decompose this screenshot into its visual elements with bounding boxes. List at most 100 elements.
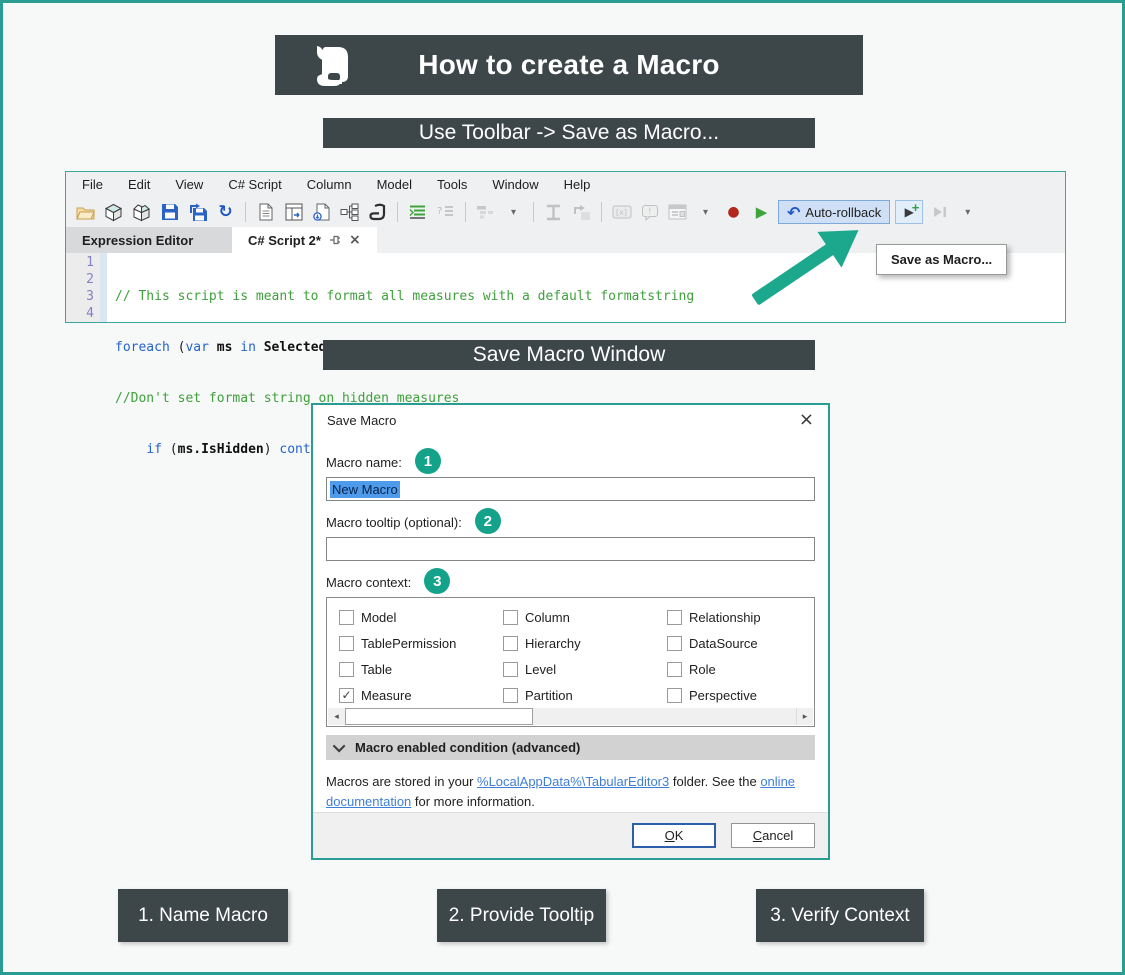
menu-window[interactable]: Window (492, 177, 538, 192)
toolbar-separator (601, 202, 602, 222)
menu-model[interactable]: Model (377, 177, 412, 192)
step-label-1: 1. Name Macro (118, 889, 288, 942)
svg-text:!: ! (648, 207, 652, 217)
message-bubble-icon[interactable]: ! (638, 201, 661, 224)
refresh-icon[interactable]: ↻ (214, 201, 237, 224)
checkbox-model[interactable]: Model (339, 608, 396, 626)
line-number-gutter: 1 2 3 4 (66, 253, 100, 322)
checkbox-measure[interactable]: ✓Measure (339, 686, 412, 704)
macro-dropdown-caret-icon[interactable]: ▾ (956, 201, 979, 224)
new-document-icon[interactable] (254, 201, 277, 224)
macro-tooltip-label: Macro tooltip (optional): (326, 515, 462, 530)
menu-edit[interactable]: Edit (128, 177, 150, 192)
toolbar-separator (465, 202, 466, 222)
pin-icon[interactable] (329, 234, 341, 246)
horizontal-scrollbar[interactable]: ◂ ▸ (328, 708, 813, 725)
menu-bar: File Edit View C# Script Column Model To… (66, 172, 1065, 197)
save-as-macro-button[interactable]: ▶ + (895, 200, 923, 224)
storage-info-text: Macros are stored in your %LocalAppData%… (326, 772, 818, 812)
toolbar-step-banner: Use Toolbar -> Save as Macro... (323, 118, 815, 148)
menu-file[interactable]: File (82, 177, 103, 192)
localappdata-link[interactable]: %LocalAppData%\TabularEditor3 (477, 774, 669, 789)
tab-close-icon[interactable]: × (349, 232, 361, 248)
step-badge-1: 1 (415, 448, 441, 474)
text-box-icon[interactable]: [x] (610, 201, 633, 224)
open-package-icon[interactable] (130, 201, 153, 224)
step-badge-3: 3 (424, 568, 450, 594)
checkbox-relationship[interactable]: Relationship (667, 608, 761, 626)
deploy-page-icon[interactable] (310, 201, 333, 224)
script-icon[interactable] (366, 201, 389, 224)
step-label-2: 2. Provide Tooltip (437, 889, 606, 942)
save-as-macro-tooltip: Save as Macro... (876, 244, 1007, 275)
macro-context-label: Macro context: (326, 575, 411, 590)
scroll-right-icon[interactable]: ▸ (796, 708, 813, 725)
dialog-titlebar: Save Macro × (313, 405, 828, 435)
infographic-canvas: How to create a Macro Use Toolbar -> Sav… (0, 0, 1125, 975)
menu-help[interactable]: Help (564, 177, 591, 192)
svg-text:?: ? (437, 206, 442, 217)
dialog-footer: OK Cancel (313, 812, 828, 858)
deploy-package-icon[interactable] (102, 201, 125, 224)
dialog-close-icon[interactable]: × (799, 411, 814, 429)
scrollbar-thumb[interactable] (345, 708, 533, 725)
table-properties-icon[interactable] (282, 201, 305, 224)
save-icon[interactable] (158, 201, 181, 224)
callout-arrow (736, 215, 876, 315)
display-options-icon[interactable] (474, 201, 497, 224)
format-document-icon[interactable] (406, 201, 429, 224)
scroll-left-icon[interactable]: ◂ (328, 708, 345, 725)
run-macro-disabled-icon[interactable] (928, 201, 951, 224)
macro-name-input[interactable]: New Macro (326, 477, 815, 501)
macro-name-label: Macro name: (326, 455, 402, 470)
checkbox-role[interactable]: Role (667, 660, 716, 678)
gutter-strip (100, 253, 107, 322)
save-all-icon[interactable] (186, 201, 209, 224)
column-stop-icon[interactable] (542, 201, 565, 224)
macro-name-value: New Macro (330, 481, 400, 498)
open-folder-icon[interactable] (74, 201, 97, 224)
chevron-down-icon (333, 740, 346, 753)
checkbox-table[interactable]: Table (339, 660, 392, 678)
toolbar-separator (245, 202, 246, 222)
dialog-title: Save Macro (327, 413, 799, 428)
toolbar-separator (397, 202, 398, 222)
cancel-button[interactable]: Cancel (731, 823, 815, 848)
comment-format-icon[interactable]: ? (434, 201, 457, 224)
header-banner: How to create a Macro (275, 35, 863, 95)
advanced-section-label: Macro enabled condition (advanced) (355, 740, 580, 755)
plus-icon: + (912, 200, 920, 215)
checkbox-partition[interactable]: Partition (503, 686, 573, 704)
menu-csharp-script[interactable]: C# Script (228, 177, 281, 192)
toolbar-separator (533, 202, 534, 222)
step-label-3: 3. Verify Context (756, 889, 924, 942)
model-tree-icon[interactable] (338, 201, 361, 224)
code-text: // This script is meant to format all me… (107, 253, 694, 322)
dialog-body: Macro name: 1 New Macro Macro tooltip (o… (313, 435, 828, 812)
checkbox-hierarchy[interactable]: Hierarchy (503, 634, 581, 652)
menu-column[interactable]: Column (307, 177, 352, 192)
window-step-banner: Save Macro Window (323, 340, 815, 370)
step-badge-2: 2 (475, 508, 501, 534)
window-options-caret-icon[interactable]: ▾ (694, 201, 717, 224)
goto-object-icon[interactable] (570, 201, 593, 224)
macro-tooltip-input[interactable] (326, 537, 815, 561)
save-macro-dialog: Save Macro × Macro name: 1 New Macro Mac… (311, 403, 830, 860)
page-title: How to create a Macro (418, 49, 719, 81)
ok-button[interactable]: OK (632, 823, 716, 848)
display-options-caret-icon[interactable]: ▾ (502, 201, 525, 224)
menu-tools[interactable]: Tools (437, 177, 467, 192)
checkbox-column[interactable]: Column (503, 608, 570, 626)
checkbox-tablepermission[interactable]: TablePermission (339, 634, 456, 652)
advanced-section-header[interactable]: Macro enabled condition (advanced) (326, 735, 815, 760)
checkbox-perspective[interactable]: Perspective (667, 686, 757, 704)
macro-context-list: Model Column Relationship TablePermissio… (326, 597, 815, 727)
checkbox-level[interactable]: Level (503, 660, 556, 678)
scroll-icon (311, 43, 353, 89)
menu-view[interactable]: View (175, 177, 203, 192)
checkbox-datasource[interactable]: DataSource (667, 634, 758, 652)
svg-text:[x]: [x] (616, 208, 627, 217)
tab-csharp-script[interactable]: C# Script 2* × (232, 227, 377, 253)
tab-expression-editor[interactable]: Expression Editor (66, 227, 232, 253)
window-options-icon[interactable] (666, 201, 689, 224)
